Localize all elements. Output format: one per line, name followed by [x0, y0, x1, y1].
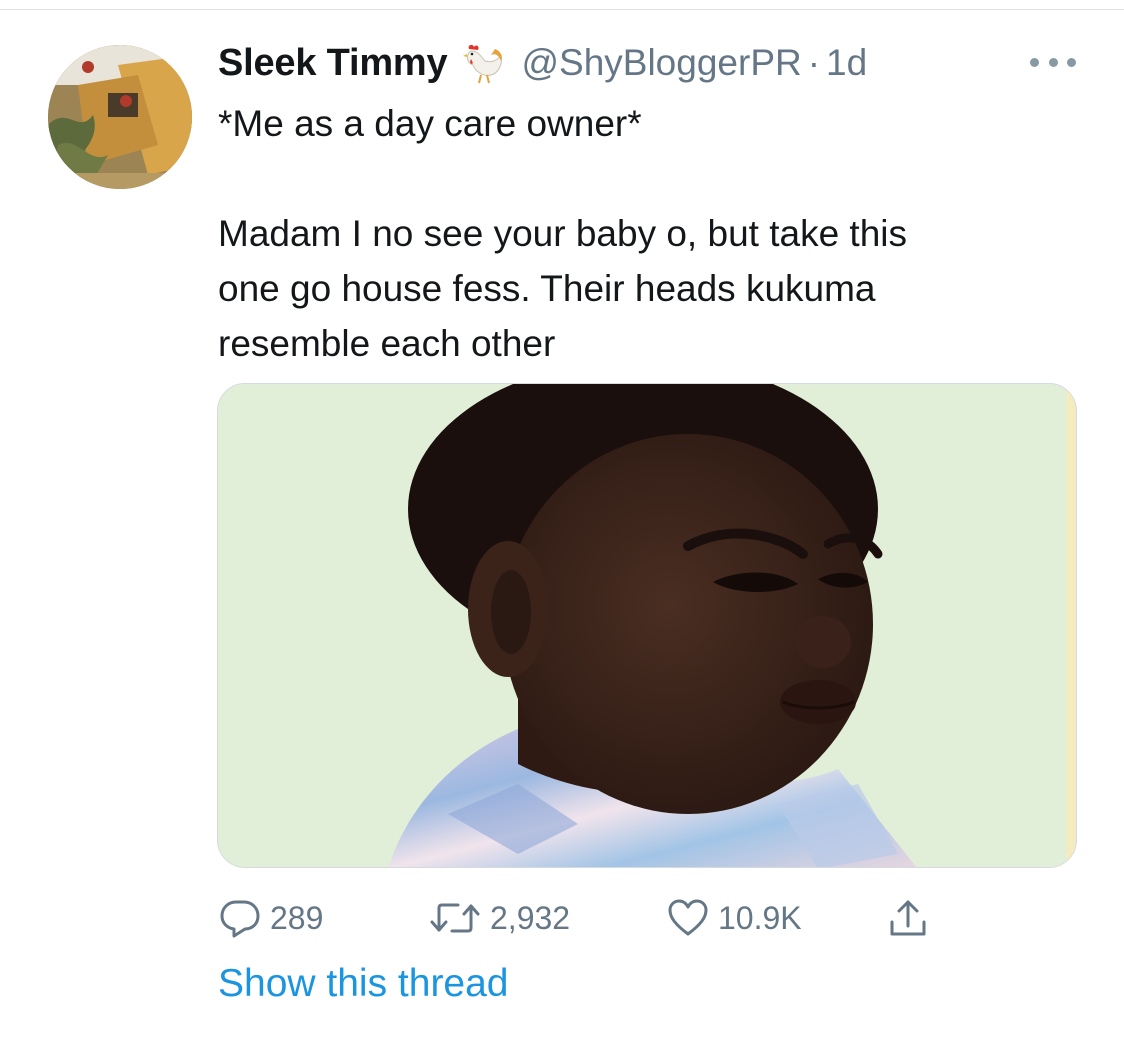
- share-button[interactable]: [886, 893, 930, 943]
- rooster-emoji-icon: [461, 41, 505, 85]
- handle[interactable]: @ShyBloggerPR: [521, 42, 801, 84]
- display-name[interactable]: Sleek Timmy: [218, 42, 448, 85]
- like-count: 10.9K: [718, 899, 802, 936]
- tweet-header: Sleek Timmy @ShyBloggerPR · 1d: [218, 38, 867, 88]
- retweet-icon: [428, 896, 482, 940]
- tweet-text-line: Madam I no see your baby o, but take thi…: [218, 213, 907, 254]
- tweet-text-line: *Me as a day care owner*: [218, 103, 642, 144]
- like-button[interactable]: 10.9K: [666, 893, 802, 943]
- tweet-text: *Me as a day care owner* Madam I no see …: [218, 96, 1078, 371]
- tweet-media-image[interactable]: [217, 383, 1077, 868]
- more-icon[interactable]: [1030, 52, 1076, 72]
- show-thread-link[interactable]: Show this thread: [218, 962, 509, 1006]
- tweet-actions: 289 2,932 10.9K: [218, 893, 978, 943]
- tweet-text-line: resemble each other: [218, 323, 556, 364]
- timestamp[interactable]: 1d: [826, 42, 867, 84]
- reply-count: 289: [270, 899, 324, 936]
- share-icon: [886, 896, 930, 940]
- separator-dot: ·: [807, 42, 821, 83]
- retweet-count: 2,932: [490, 899, 571, 936]
- avatar[interactable]: [48, 45, 192, 189]
- retweet-button[interactable]: 2,932: [428, 893, 570, 943]
- heart-icon: [666, 896, 710, 940]
- tweet[interactable]: Sleek Timmy @ShyBloggerPR · 1d *Me as a …: [0, 0, 1124, 1046]
- reply-icon: [218, 896, 262, 940]
- tweet-text-line: one go house fess. Their heads kukuma: [218, 268, 876, 309]
- reply-button[interactable]: 289: [218, 893, 323, 943]
- tweet-text-blank-line: [218, 151, 1078, 206]
